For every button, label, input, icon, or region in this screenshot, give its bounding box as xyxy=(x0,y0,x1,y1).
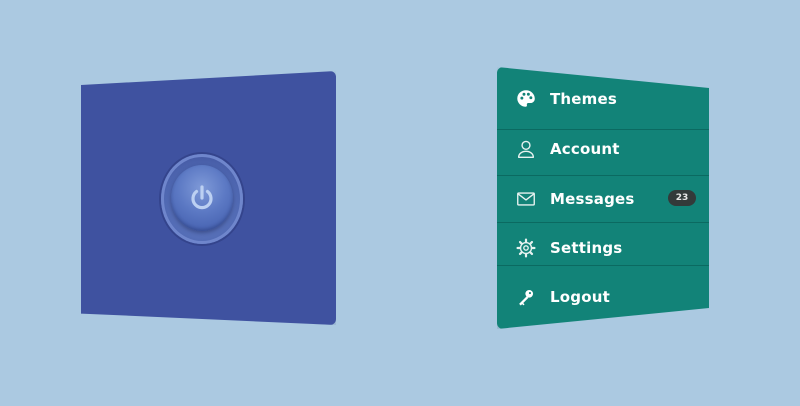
menu-divider xyxy=(497,265,709,266)
menu-item-label: Settings xyxy=(550,239,623,257)
menu-item-label: Messages xyxy=(550,190,635,208)
gear-icon xyxy=(515,237,537,259)
power-panel xyxy=(81,71,336,325)
envelope-icon xyxy=(515,188,537,210)
power-button[interactable] xyxy=(171,165,233,231)
palette-icon xyxy=(515,88,537,110)
menu-item-logout[interactable]: Logout xyxy=(497,273,709,321)
message-count-badge: 23 xyxy=(668,190,696,206)
menu-item-label: Themes xyxy=(550,90,618,108)
power-button-ring xyxy=(161,154,243,244)
menu-item-label: Account xyxy=(550,140,620,158)
menu-divider xyxy=(497,222,709,223)
menu-item-messages[interactable]: Messages 23 xyxy=(497,175,709,223)
menu-item-label: Logout xyxy=(550,288,610,306)
menu-item-account[interactable]: Account xyxy=(497,125,709,173)
key-icon xyxy=(515,286,537,308)
user-icon xyxy=(515,138,537,160)
power-icon xyxy=(191,185,213,210)
menu-panel: Themes Account Messages 23 Settings Logo… xyxy=(497,67,709,329)
menu-item-themes[interactable]: Themes xyxy=(497,75,709,123)
